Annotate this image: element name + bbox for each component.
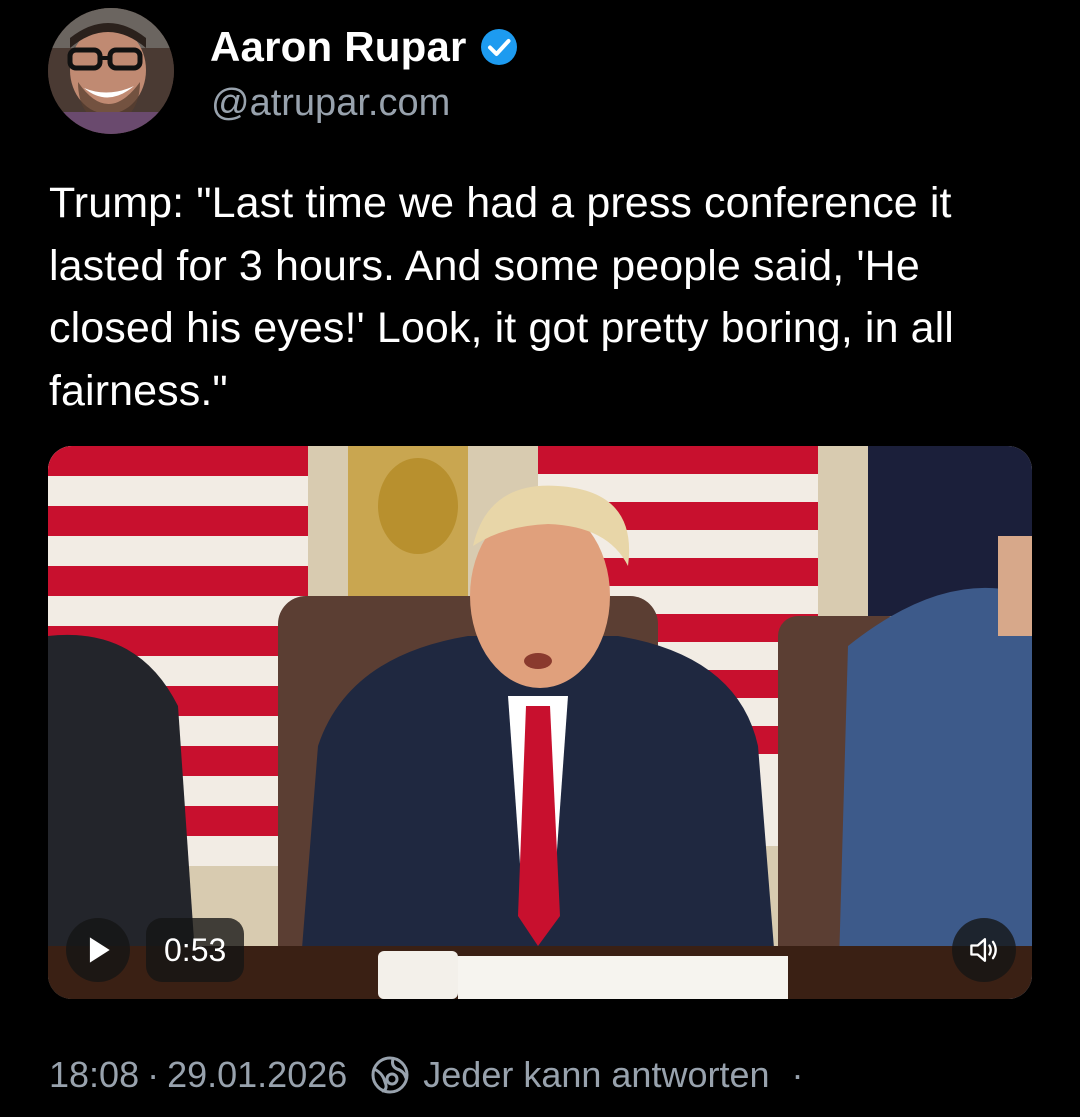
reply-settings-icon [369,1054,411,1096]
verified-check-icon [479,27,519,67]
meta-separator: · [147,1054,160,1095]
mute-button[interactable] [952,918,1016,982]
video-duration: 0:53 [146,918,245,982]
reply-setting-label[interactable]: Jeder kann antworten [423,1054,769,1096]
post-text: Trump: "Last time we had a press confere… [49,179,954,415]
video-frame [48,446,1032,999]
speaker-icon [970,938,997,962]
meta-trailing-dot: · [791,1054,804,1095]
author-display-name[interactable]: Aaron Rupar [210,23,467,71]
play-button[interactable] [66,918,130,982]
video-player[interactable]: 0:53 [48,446,1032,999]
play-icon [89,937,110,963]
author-handle[interactable]: @atrupar.com [211,82,450,125]
post-meta: 18:08 · 29.01.2026 Jeder kann antworten … [49,1050,804,1100]
avatar-photo [48,8,174,134]
author-name-row[interactable]: Aaron Rupar [210,22,519,72]
post-date[interactable]: 29.01.2026 [167,1054,347,1096]
avatar[interactable] [48,8,174,134]
post-time[interactable]: 18:08 [49,1054,139,1096]
